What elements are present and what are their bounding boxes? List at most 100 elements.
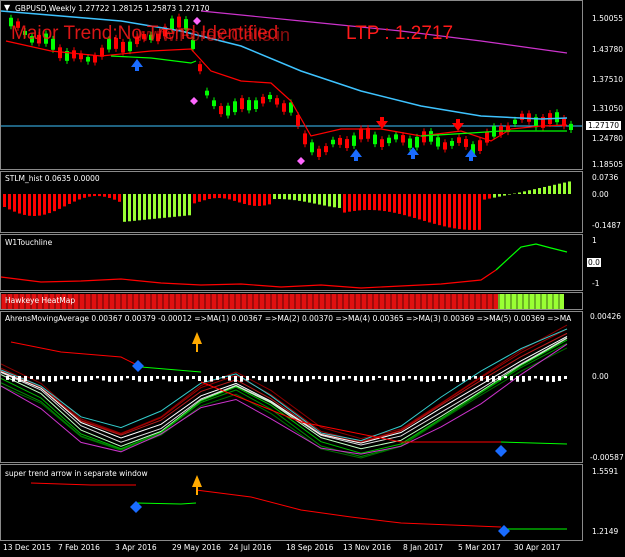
stlm-hist-bar: [553, 184, 556, 194]
ahrens-hist-bar: [270, 376, 273, 382]
ahrens-hist-bar: [192, 376, 195, 379]
current-price-label: 1.27170: [586, 121, 622, 130]
candle-body: [555, 112, 559, 123]
price-tick: 1.37510: [592, 75, 624, 84]
stlm-tick: 0.0736: [592, 173, 619, 182]
stlm-title: STLM_hist 0.0635 0.0000: [5, 174, 100, 183]
candle-body: [373, 134, 377, 145]
stlm-hist-bar: [328, 194, 331, 207]
stlm-hist-bar: [563, 182, 566, 194]
stlm-hist-bar: [278, 194, 281, 200]
stlm-hist-bar: [408, 194, 411, 217]
candle-body: [233, 101, 237, 113]
sell-arrow-icon: [376, 117, 388, 129]
stlm-hist-bar: [478, 194, 481, 230]
stlm-hist-bar: [73, 194, 76, 202]
stlm-hist-bar: [193, 194, 196, 204]
candle-body: [324, 146, 328, 153]
stlm-hist-bar: [108, 194, 111, 198]
stlm-hist-bar: [468, 194, 471, 230]
ahrens-hist-bar: [252, 376, 255, 379]
ahrens-hist-bar: [432, 376, 435, 382]
ahrens-hist-bar: [498, 376, 501, 381]
stlm-hist-bar: [388, 194, 391, 212]
stlm-hist-bar: [168, 194, 171, 218]
ahrens-hist-bar: [234, 376, 237, 382]
ahrens-hist-bar: [12, 376, 15, 382]
ahrens-hist-bar: [546, 376, 549, 382]
stlm-hist-bar: [38, 194, 41, 216]
ahrens-hist-bar: [60, 376, 63, 380]
ahrens-hist-bar: [24, 376, 27, 381]
stlm-hist-bar: [238, 194, 241, 203]
candle-body: [352, 135, 356, 146]
w1-title: W1Touchline: [5, 238, 53, 247]
ahrens-hist-bar: [264, 376, 267, 382]
ahrens-hist-bar: [120, 376, 123, 381]
ahrens-hist-bar: [492, 376, 495, 382]
candle-body: [212, 100, 216, 107]
stlm-hist-bar: [28, 194, 31, 216]
stlm-hist-bar: [18, 194, 21, 214]
stlm-hist-bar: [323, 194, 326, 206]
ahrens-hist-bar: [354, 376, 357, 381]
pivot-marker: [297, 157, 305, 165]
supertrend-pane[interactable]: super trend arrow in separate window: [0, 464, 583, 541]
supertrend-green-line: [135, 502, 197, 505]
stlm-hist-bar: [293, 194, 296, 201]
ahrens-axis: 0.00426 0.00 -0.00587: [584, 311, 625, 463]
ahrens-hist-bar: [384, 376, 387, 381]
chart-expand-icon[interactable]: ▼: [4, 3, 10, 12]
stlm-hist-bar: [533, 189, 536, 194]
stlm-hist-bar: [273, 194, 276, 200]
candle-body: [72, 50, 76, 59]
stlm-hist-bar: [213, 194, 216, 199]
hawkeye-heatmap-pane[interactable]: Hawkeye HeatMap: [0, 292, 583, 310]
sell-arrow-icon: [452, 119, 464, 131]
ahrens-ma-pane[interactable]: AhrensMovingAverage 0.00367 0.00379 -0.0…: [0, 311, 583, 463]
ahrens-hist-bar: [420, 376, 423, 382]
price-tick: 1.50055: [592, 14, 624, 23]
stlm-hist-bar: [343, 194, 346, 213]
stlm-hist-bar: [493, 194, 496, 198]
ahrens-hist-bar: [330, 376, 333, 382]
stlm-hist-bar: [113, 194, 116, 200]
stlm-hist-bar: [268, 194, 271, 205]
stlm-hist-bar: [158, 194, 161, 219]
ahrens-hist-bar: [138, 376, 141, 382]
ahrens-hist-bar: [414, 376, 417, 380]
ahrens-hist-bar: [204, 376, 207, 382]
ahrens-hist-bar: [288, 376, 291, 380]
stlm-hist-bar: [363, 194, 366, 211]
ahrens-hist-bar: [528, 376, 531, 381]
stlm-hist-bar: [568, 181, 571, 194]
ahrens-hist-bar: [336, 376, 339, 382]
stlm-hist-bar: [438, 194, 441, 226]
stlm-hist-bar: [448, 194, 451, 228]
ahrens-tick: 0.00: [592, 372, 609, 381]
ahrens-hist-bar: [30, 376, 33, 379]
stlm-hist-bar: [418, 194, 421, 220]
w1-touchline-pane[interactable]: W1Touchline: [0, 234, 583, 291]
ahrens-signal-green: [140, 366, 202, 373]
stlm-hist-bar: [173, 194, 176, 217]
candle-body: [527, 113, 531, 122]
candle-body: [331, 139, 335, 145]
price-tick: 1.43780: [592, 45, 624, 54]
stlm-hist-pane[interactable]: STLM_hist 0.0635 0.0000: [0, 171, 583, 233]
candle-body: [450, 140, 454, 146]
stlm-hist-bar: [503, 194, 506, 196]
stlm-hist-bar: [463, 194, 466, 230]
stlm-hist-bar: [348, 194, 351, 212]
stlm-hist-bar: [103, 194, 106, 197]
ahrens-hist-bar: [408, 376, 411, 379]
ahrens-title: AhrensMovingAverage 0.00367 0.00379 -0.0…: [5, 314, 572, 323]
supertrend-title: super trend arrow in separate window: [5, 469, 148, 478]
stlm-hist-bar: [183, 194, 186, 216]
w1-axis: 1 0.0 -1: [584, 234, 625, 291]
main-chart-pane[interactable]: GBPUSD,Weekly 1.27722 1.28125 1.25873 1.…: [0, 0, 583, 170]
stlm-hist-bar: [68, 194, 71, 204]
ahrens-hist-bar: [102, 376, 105, 381]
supertrend-tick: 1.5591: [592, 467, 619, 476]
ahrens-hist-bar: [366, 376, 369, 382]
